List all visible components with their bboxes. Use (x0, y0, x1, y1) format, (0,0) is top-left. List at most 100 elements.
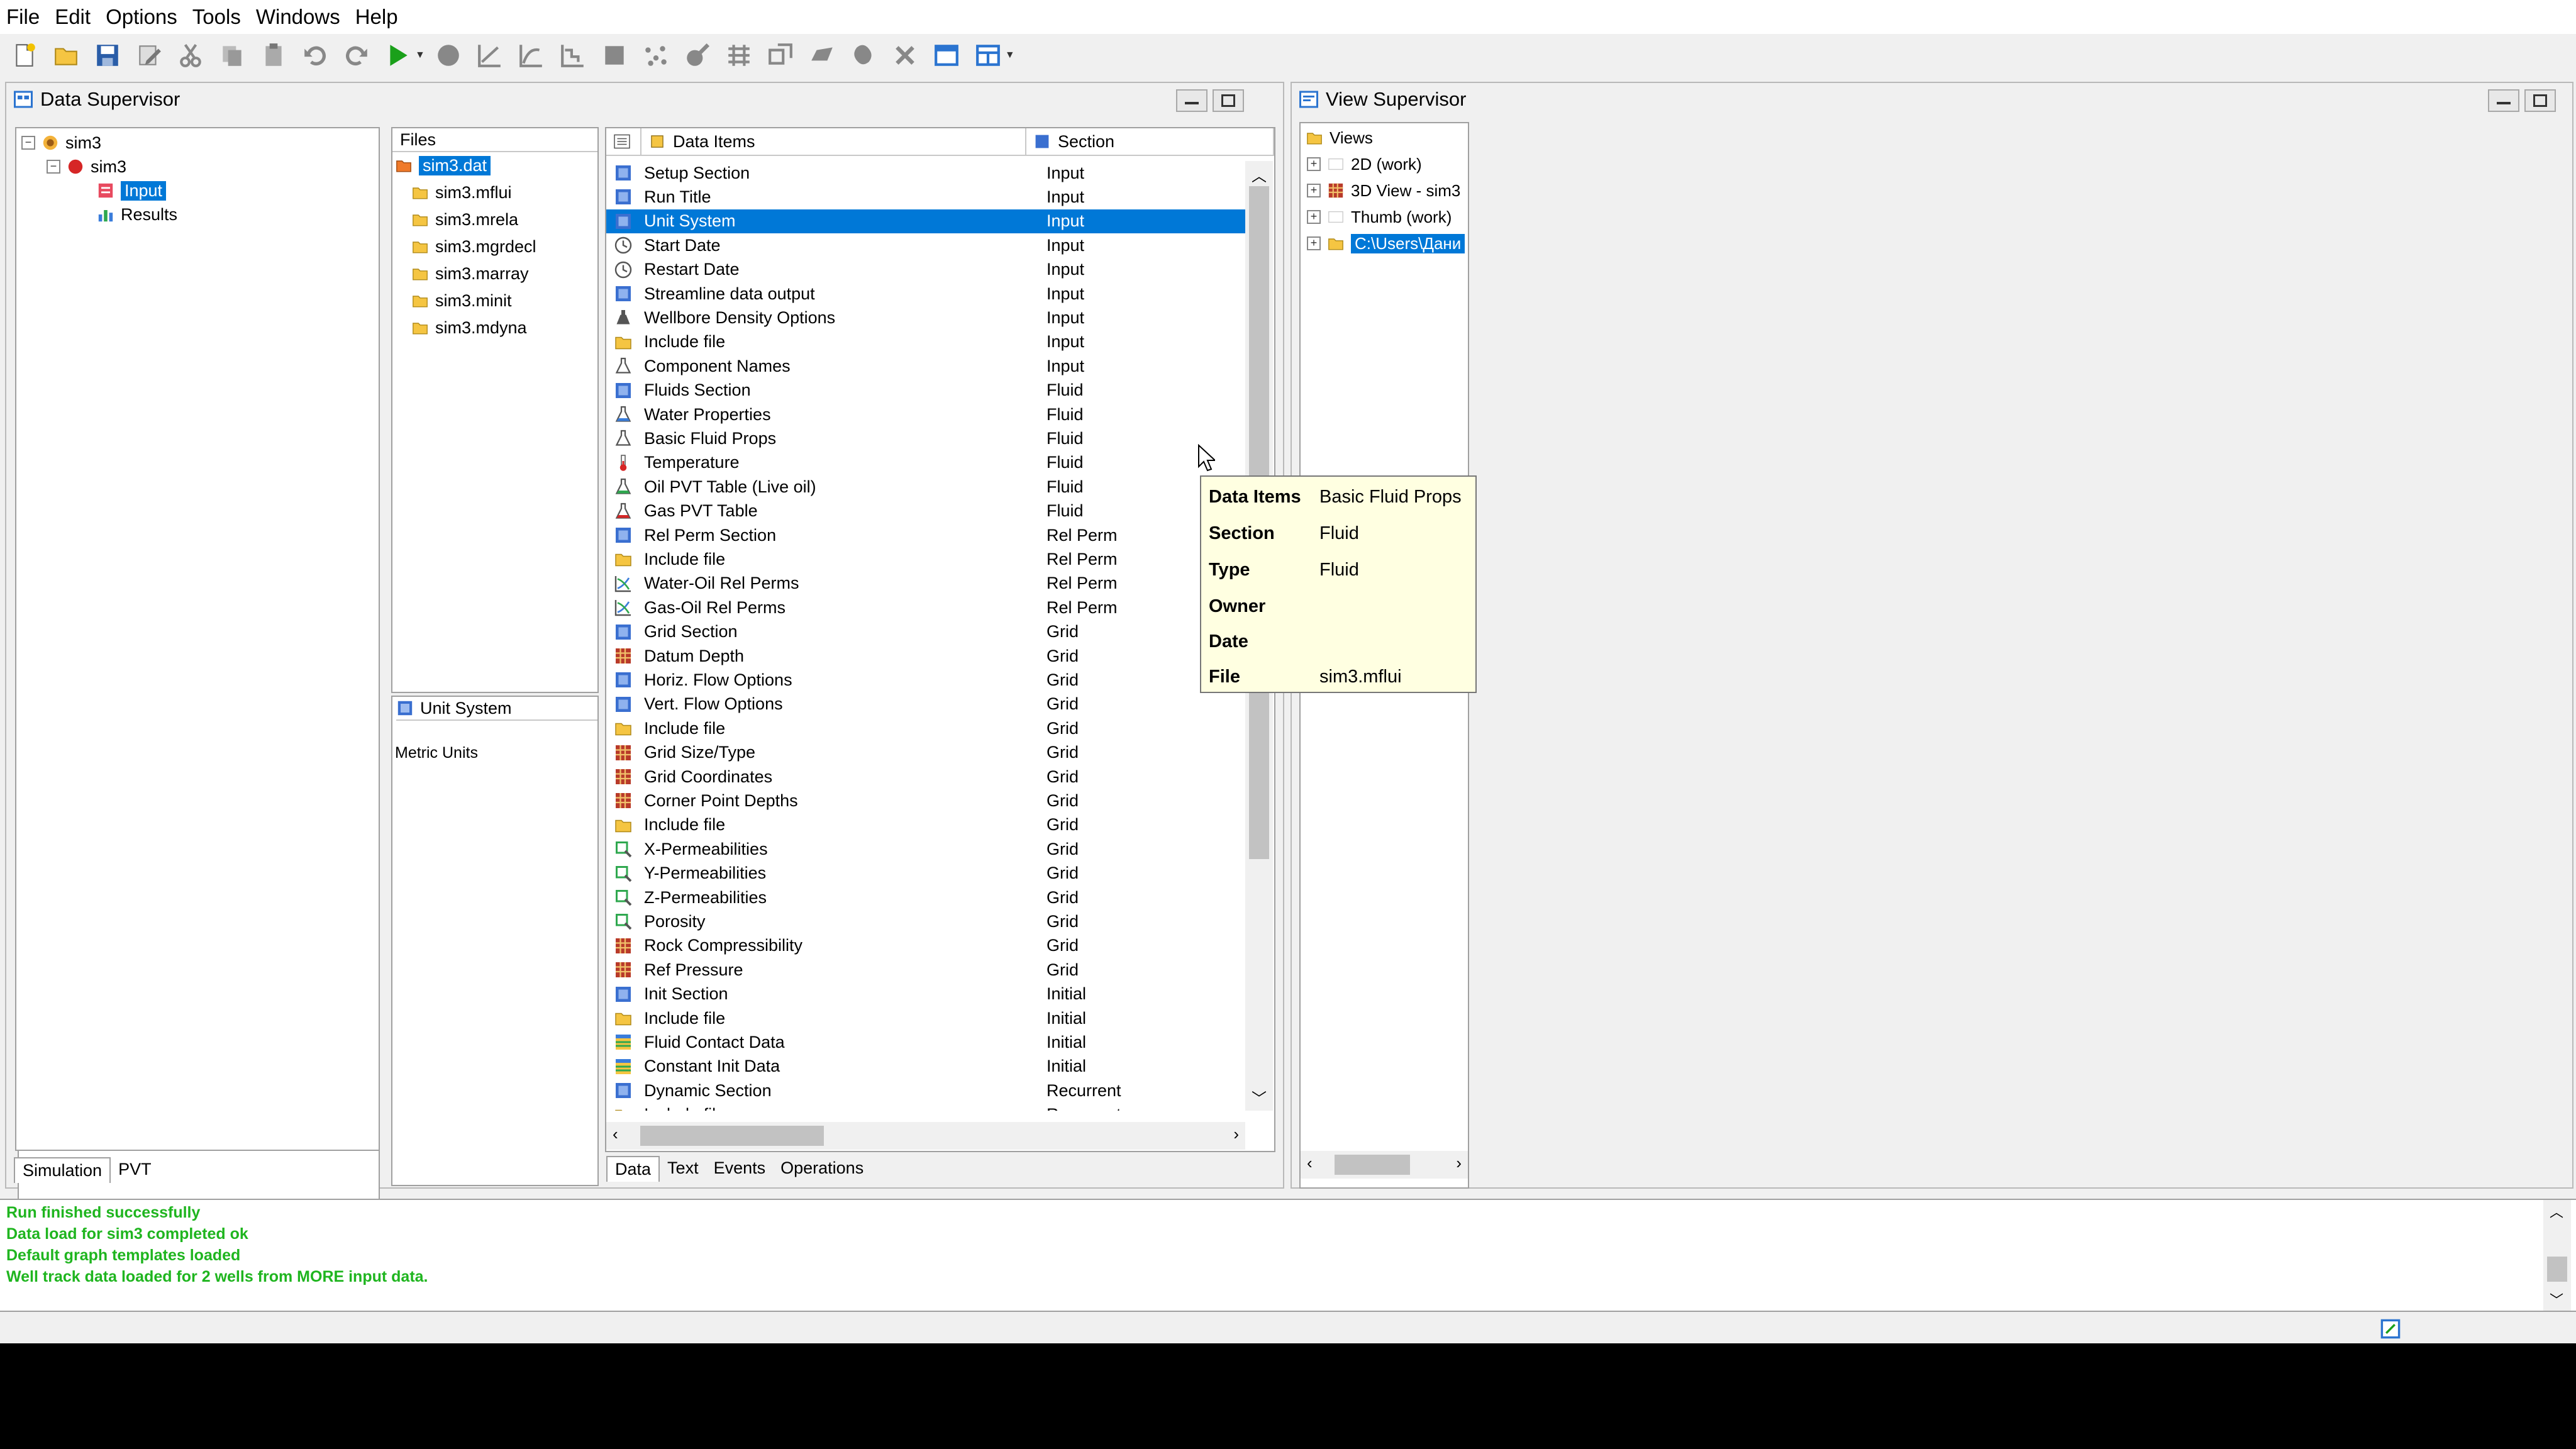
undo-button[interactable] (299, 40, 331, 71)
collapse-icon[interactable]: − (21, 136, 35, 150)
data-item-row[interactable]: Constant Init Data Initial (606, 1055, 1245, 1079)
data-item-row[interactable]: Unit System Input (606, 209, 1245, 233)
expand-icon[interactable]: + (1307, 236, 1321, 250)
data-item-row[interactable]: X-Permeabilities Grid (606, 837, 1245, 861)
file-item[interactable]: sim3.minit (411, 289, 512, 313)
menu-edit[interactable]: Edit (47, 0, 98, 34)
tab-operations[interactable]: Operations (773, 1156, 871, 1182)
ds-maximize-button[interactable] (1213, 89, 1244, 112)
scroll-left-icon[interactable]: ‹ (613, 1124, 618, 1144)
file-item[interactable]: sim3.mflui (411, 180, 512, 204)
data-item-row[interactable]: Oil PVT Table (Live oil) Fluid (606, 475, 1245, 499)
data-item-row[interactable]: Streamline data output Input (606, 282, 1245, 306)
tree-item-results[interactable]: Results (97, 203, 177, 226)
cut-button[interactable] (175, 40, 206, 71)
data-item-row[interactable]: Vert. Flow Options Grid (606, 692, 1245, 716)
expand-icon[interactable]: + (1307, 157, 1321, 171)
data-item-row[interactable]: Rock Compressibility Grid (606, 934, 1245, 958)
file-item[interactable]: sim3.marray (411, 262, 529, 286)
wells-button[interactable] (682, 40, 713, 71)
view-item-thumb[interactable]: + Thumb (work) (1307, 205, 1452, 229)
run-dropdown-icon[interactable]: ▼ (415, 50, 425, 61)
views-horizontal-thumb[interactable] (1335, 1155, 1410, 1175)
data-item-row[interactable]: Setup Section Input (606, 161, 1245, 185)
data-item-row[interactable]: Ref Pressure Grid (606, 958, 1245, 982)
grid-tool-button[interactable] (723, 40, 755, 71)
data-item-row[interactable]: Grid Coordinates Grid (606, 765, 1245, 789)
scroll-down-icon[interactable]: ﹀ (1252, 1086, 1267, 1108)
scroll-down-icon[interactable]: ﹀ (2550, 1289, 2563, 1309)
redo-button[interactable] (341, 40, 372, 71)
edit-status-icon[interactable] (2380, 1318, 2401, 1340)
delete-button[interactable] (889, 40, 921, 71)
data-item-row[interactable]: Gas PVT Table Fluid (606, 499, 1245, 523)
tree-sim[interactable]: − sim3 (47, 155, 126, 179)
data-item-row[interactable]: Grid Size/Type Grid (606, 741, 1245, 765)
data-item-row[interactable]: Basic Fluid Props Fluid (606, 426, 1245, 450)
edit-button[interactable] (133, 40, 165, 71)
new-button[interactable] (9, 40, 40, 71)
log-vertical-thumb[interactable] (2547, 1257, 2567, 1282)
layout-dropdown-icon[interactable]: ▼ (1005, 50, 1015, 61)
data-item-row[interactable]: Porosity Grid (606, 909, 1245, 933)
data-item-row[interactable]: Temperature Fluid (606, 451, 1245, 475)
copy-button[interactable] (216, 40, 248, 71)
ds-minimize-button[interactable] (1176, 89, 1208, 112)
data-item-row[interactable]: Component Names Input (606, 354, 1245, 378)
surface-button[interactable] (806, 40, 838, 71)
menu-windows[interactable]: Windows (248, 0, 348, 34)
log-vertical-scrollbar[interactable]: ︿ ﹀ (2543, 1200, 2571, 1311)
data-item-row[interactable]: Start Date Input (606, 233, 1245, 257)
data-item-row[interactable]: Fluids Section Fluid (606, 379, 1245, 402)
views-root[interactable]: Views (1306, 126, 1373, 150)
data-item-row[interactable]: Horiz. Flow Options Grid (606, 668, 1245, 692)
scatter-button[interactable] (640, 40, 672, 71)
collapse-icon[interactable]: − (47, 160, 60, 174)
menu-options[interactable]: Options (98, 0, 185, 34)
views-horizontal-scrollbar[interactable]: ‹ › (1301, 1151, 1468, 1179)
file-item[interactable]: sim3.mgrdecl (411, 235, 536, 258)
record-button[interactable] (433, 40, 464, 71)
chart-button[interactable] (474, 40, 506, 71)
scroll-up-icon[interactable]: ︿ (2550, 1201, 2563, 1221)
data-item-row[interactable]: Grid Section Grid (606, 620, 1245, 644)
data-item-row[interactable]: Include file Input (606, 330, 1245, 354)
run-button[interactable] (382, 40, 414, 71)
data-item-row[interactable]: Gas-Oil Rel Perms Rel Perm (606, 596, 1245, 619)
layers-button[interactable] (765, 40, 796, 71)
data-item-row[interactable]: Datum Depth Grid (606, 644, 1245, 668)
data-item-row[interactable]: Wellbore Density Options Input (606, 306, 1245, 330)
tab-pvt[interactable]: PVT (111, 1157, 159, 1183)
expand-icon[interactable]: + (1307, 184, 1321, 197)
tree-root[interactable]: − sim3 (21, 131, 101, 155)
data-item-row[interactable]: Water-Oil Rel Perms Rel Perm (606, 572, 1245, 596)
data-item-row[interactable]: Z-Permeabilities Grid (606, 886, 1245, 909)
section-column-header[interactable]: Section (1026, 128, 1274, 156)
tab-data[interactable]: Data (606, 1156, 660, 1182)
grid-horizontal-scrollbar[interactable]: ‹ › (606, 1122, 1245, 1150)
view-item-path[interactable]: + C:\Users\Дани (1307, 231, 1465, 255)
data-item-row[interactable]: Corner Point Depths Grid (606, 789, 1245, 813)
view-item-2d[interactable]: + 2D (work) (1307, 152, 1422, 176)
data-item-row[interactable]: Include file Recurrent (606, 1103, 1245, 1111)
data-items-column-header[interactable]: Data Items (641, 128, 1026, 156)
data-item-row[interactable]: Include file Initial (606, 1006, 1245, 1030)
save-button[interactable] (92, 40, 123, 71)
file-item[interactable]: sim3.mdyna (411, 316, 527, 340)
window-button[interactable] (931, 40, 962, 71)
open-button[interactable] (50, 40, 82, 71)
chart3-button[interactable] (557, 40, 589, 71)
menu-help[interactable]: Help (348, 0, 406, 34)
tree-item-input[interactable]: Input (97, 179, 167, 203)
menu-tools[interactable]: Tools (185, 0, 248, 34)
scroll-left-icon[interactable]: ‹ (1307, 1153, 1313, 1173)
data-item-row[interactable]: Include file Rel Perm (606, 547, 1245, 571)
expand-icon[interactable]: + (1307, 210, 1321, 224)
data-item-row[interactable]: Init Section Initial (606, 982, 1245, 1006)
file-item[interactable]: sim3.mrela (411, 208, 518, 231)
files-header[interactable]: Files (392, 128, 597, 152)
data-item-row[interactable]: Run Title Input (606, 185, 1245, 209)
data-item-row[interactable]: Restart Date Input (606, 258, 1245, 282)
scroll-right-icon[interactable]: › (1456, 1153, 1462, 1173)
chart2-button[interactable] (516, 40, 547, 71)
